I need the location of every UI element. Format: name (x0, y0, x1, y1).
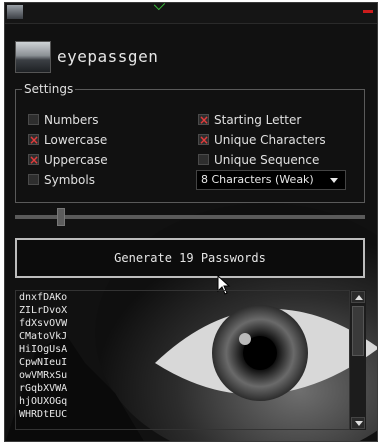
password-row[interactable]: CpwNIeuI (16, 356, 350, 369)
length-select-value: 8 Characters (Weak) (201, 173, 314, 186)
symbols-label: Symbols (44, 173, 95, 187)
scroll-thumb[interactable] (352, 306, 364, 356)
lowercase-checkbox[interactable] (28, 132, 39, 148)
numbers-checkbox[interactable] (28, 114, 39, 125)
app-icon (7, 5, 23, 19)
starting-letter-option[interactable]: Starting Letter (198, 112, 301, 128)
numbers-label: Numbers (44, 113, 99, 127)
starting-letter-label: Starting Letter (214, 113, 302, 127)
password-row[interactable]: CMatoVkJ (16, 330, 350, 343)
password-row[interactable]: WHRDtEUC (16, 408, 350, 421)
scroll-up-button[interactable] (351, 291, 365, 303)
arrow-up-icon (355, 295, 363, 300)
symbols-checkbox[interactable] (28, 174, 39, 185)
close-icon[interactable] (363, 10, 373, 13)
settings-legend: Settings (22, 82, 76, 96)
lowercase-label: Lowercase (44, 133, 108, 147)
count-slider-thumb[interactable] (57, 208, 65, 226)
unique-characters-checkbox[interactable] (198, 132, 209, 148)
password-row[interactable]: ZILrDvoX (16, 304, 350, 317)
unique-characters-label: Unique Characters (214, 133, 326, 147)
unique-characters-option[interactable]: Unique Characters (198, 132, 326, 148)
settings-group: Settings Numbers Lowercase Uppercase Sym… (15, 82, 365, 203)
numbers-option[interactable]: Numbers (28, 112, 98, 128)
password-list[interactable]: dnxfDAKo ZILrDvoX fdXsvOVW CMatoVkJ HiIO… (15, 290, 351, 430)
starting-letter-checkbox[interactable] (198, 112, 209, 128)
password-row[interactable]: owVMRxSu (16, 369, 350, 382)
count-slider-track[interactable] (15, 215, 365, 219)
checkmark-icon (153, 3, 166, 11)
uppercase-option[interactable]: Uppercase (28, 152, 108, 168)
scroll-down-button[interactable] (351, 417, 365, 429)
password-row[interactable]: rGqbXVWA (16, 382, 350, 395)
password-row[interactable]: hjOUXOGq (16, 395, 350, 408)
generate-button[interactable]: Generate 19 Passwords (15, 238, 365, 278)
unique-sequence-option[interactable]: Unique Sequence (198, 152, 319, 168)
title-bar (5, 3, 377, 24)
password-row[interactable]: dnxfDAKo (16, 291, 350, 304)
app-title: eyepassgen (57, 47, 159, 66)
password-row[interactable]: HiIOgUsA (16, 343, 350, 356)
app-window: eyepassgen Settings Numbers Lowercase Up… (4, 2, 378, 442)
length-select[interactable]: 8 Characters (Weak) (196, 170, 346, 190)
uppercase-checkbox[interactable] (28, 152, 39, 168)
arrow-down-icon (355, 421, 363, 426)
chevron-down-icon (330, 178, 338, 183)
lowercase-option[interactable]: Lowercase (28, 132, 107, 148)
symbols-option[interactable]: Symbols (28, 172, 95, 188)
unique-sequence-checkbox[interactable] (198, 154, 209, 165)
uppercase-label: Uppercase (44, 153, 108, 167)
password-row[interactable]: fdXsvOVW (16, 317, 350, 330)
password-list-scrollbar[interactable] (349, 290, 366, 430)
logo-image (15, 41, 51, 73)
unique-sequence-label: Unique Sequence (214, 153, 320, 167)
